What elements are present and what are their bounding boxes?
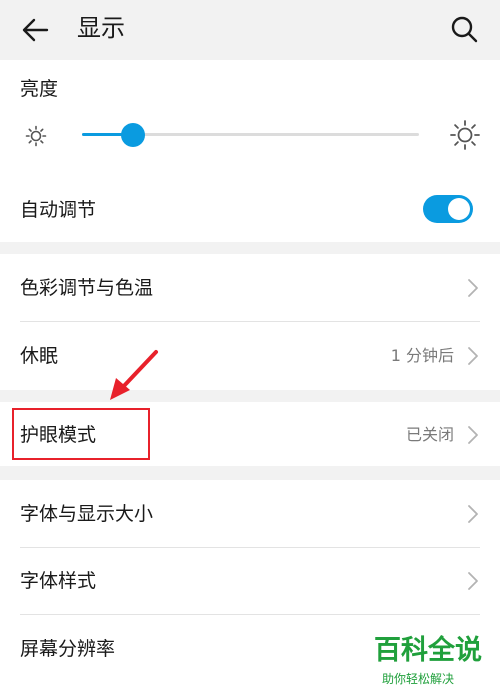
resolution-label: 屏幕分辨率: [20, 638, 116, 660]
font-size-label: 字体与显示大小: [20, 503, 154, 525]
brightness-high-icon: [450, 120, 480, 150]
watermark-title: 百科全说: [374, 635, 482, 666]
sleep-row[interactable]: 休眠 1 分钟后: [0, 322, 500, 390]
top-bar: 显示: [0, 0, 500, 60]
sleep-label: 休眠: [20, 345, 59, 367]
font-style-label: 字体样式: [20, 570, 97, 592]
chevron-right-icon: [468, 572, 478, 590]
color-temp-row[interactable]: 色彩调节与色温: [0, 254, 500, 321]
chevron-right-icon: [468, 505, 478, 523]
auto-adjust-label: 自动调节: [20, 199, 97, 221]
eye-care-value: 已关闭: [405, 425, 454, 444]
chevron-right-icon: [468, 426, 478, 444]
highlight-box: [12, 408, 150, 460]
back-button[interactable]: [20, 14, 52, 46]
color-temp-label: 色彩调节与色温: [20, 277, 154, 299]
display-settings-screen: 显示 亮度 自动调节 色彩调节与色温 休眠 1 分钟后 护眼模式 已关闭 字体与…: [0, 0, 500, 696]
back-arrow-icon: [22, 18, 49, 42]
search-icon: [451, 16, 478, 43]
auto-adjust-toggle[interactable]: [423, 195, 473, 223]
annotation-arrow-icon: [110, 350, 158, 400]
watermark-subtitle: 助你轻松解决: [382, 672, 455, 686]
brightness-label: 亮度: [20, 78, 59, 100]
font-style-row[interactable]: 字体样式: [0, 548, 500, 614]
search-button[interactable]: [448, 13, 480, 45]
chevron-right-icon: [468, 347, 478, 365]
brightness-low-icon: [25, 125, 47, 147]
brightness-slider-thumb[interactable]: [121, 123, 145, 147]
page-title: 显示: [77, 14, 125, 42]
font-size-row[interactable]: 字体与显示大小: [0, 480, 500, 547]
sleep-value: 1 分钟后: [390, 346, 454, 365]
watermark-logo: 百科全说 助你轻松解决: [374, 634, 494, 690]
chevron-right-icon: [468, 279, 478, 297]
toggle-knob: [448, 198, 470, 220]
